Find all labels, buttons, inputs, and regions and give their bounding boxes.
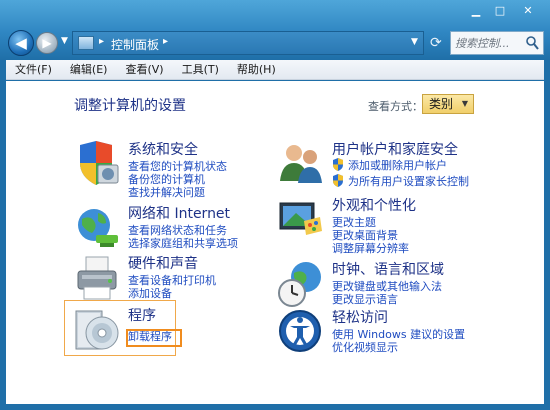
view-by-dropdown[interactable]: 类别 ▼: [422, 94, 474, 114]
category-title-ease-of-access[interactable]: 轻松访问: [332, 307, 388, 327]
uac-shield-icon: [333, 174, 343, 187]
control-panel-content: 调整计算机的设置 查看方式： 类别 ▼ 系统和安全 查看您的计算机状态 备份您的…: [6, 81, 544, 404]
category-hardware-sound: 硬件和声音 查看设备和打印机 添加设备: [72, 253, 272, 303]
menu-file[interactable]: 文件(F): [6, 60, 61, 80]
chevron-down-icon: ▼: [461, 99, 468, 108]
address-dropdown-icon[interactable]: ▼: [411, 37, 418, 47]
category-appearance: 外观和个性化 更改主题 更改桌面背景 调整屏幕分辨率: [276, 195, 536, 255]
window-titlebar: ▁ □ ✕ ◀ ▶ ▼ ▸ 控制面板 ▸ ▼ ⟳: [0, 0, 550, 60]
maximize-button[interactable]: □: [488, 2, 512, 20]
program-disc-icon[interactable]: [72, 305, 122, 355]
page-title: 调整计算机的设置: [74, 98, 186, 114]
control-panel-icon: [78, 36, 94, 50]
category-title-system-security[interactable]: 系统和安全: [128, 139, 198, 159]
search-box[interactable]: [450, 31, 544, 55]
view-by-value: 类别: [429, 97, 454, 111]
menu-tools[interactable]: 工具(T): [173, 60, 228, 80]
category-ease-of-access: 轻松访问 使用 Windows 建议的设置 优化视频显示: [276, 307, 536, 357]
link-homegroup-sharing[interactable]: 选择家庭组和共享选项: [128, 235, 238, 251]
link-optimize-visual-display[interactable]: 优化视频显示: [332, 339, 398, 355]
breadcrumb-control-panel[interactable]: 控制面板: [111, 36, 159, 53]
menu-edit[interactable]: 编辑(E): [61, 60, 117, 80]
ease-of-access-icon[interactable]: [276, 307, 326, 357]
minimize-button[interactable]: ▁: [464, 2, 488, 20]
history-dropdown-icon[interactable]: ▼: [61, 36, 68, 46]
category-network-internet: 网络和 Internet 查看网络状态和任务 选择家庭组和共享选项: [72, 203, 272, 253]
display-palette-icon[interactable]: [276, 195, 326, 245]
category-title-network-internet[interactable]: 网络和 Internet: [128, 203, 230, 223]
breadcrumb-separator-icon[interactable]: ▸: [163, 36, 168, 47]
category-title-clock-language-region[interactable]: 时钟、语言和区域: [332, 259, 444, 279]
close-button[interactable]: ✕: [512, 2, 544, 20]
category-title-user-accounts[interactable]: 用户帐户和家庭安全: [332, 139, 458, 159]
category-title-appearance[interactable]: 外观和个性化: [332, 195, 416, 215]
link-parental-controls[interactable]: 为所有用户设置家长控制: [348, 173, 469, 189]
network-globe-icon[interactable]: [72, 203, 122, 253]
window-controls: ▁ □ ✕: [464, 2, 544, 20]
back-button[interactable]: ◀: [8, 30, 34, 56]
uac-shield-icon: [333, 158, 343, 171]
category-system-security: 系统和安全 查看您的计算机状态 备份您的计算机 查找并解决问题: [72, 139, 272, 199]
category-clock-language-region: 时钟、语言和区域 更改键盘或其他输入法 更改显示语言: [276, 259, 536, 309]
link-add-device[interactable]: 添加设备: [128, 285, 172, 301]
link-change-display-language[interactable]: 更改显示语言: [332, 291, 398, 307]
menu-help[interactable]: 帮助(H): [228, 60, 285, 80]
link-add-remove-user[interactable]: 添加或删除用户帐户: [348, 157, 447, 173]
category-user-accounts: 用户帐户和家庭安全 添加或删除用户帐户 为所有用户设置家长控制: [276, 139, 536, 189]
printer-icon[interactable]: [72, 253, 122, 303]
clock-globe-icon[interactable]: [276, 259, 326, 309]
menu-view[interactable]: 查看(V): [116, 60, 172, 80]
navigation-row: ◀ ▶ ▼ ▸ 控制面板 ▸ ▼ ⟳: [6, 28, 546, 58]
shield-system-icon[interactable]: [72, 139, 122, 189]
breadcrumb-separator-icon[interactable]: ▸: [99, 36, 104, 47]
users-icon[interactable]: [276, 139, 326, 189]
category-title-hardware-sound[interactable]: 硬件和声音: [128, 253, 198, 273]
search-input[interactable]: [455, 35, 525, 51]
uninstall-highlight-frame: [126, 329, 182, 347]
refresh-icon[interactable]: ⟳: [430, 35, 446, 51]
link-adjust-resolution[interactable]: 调整屏幕分辨率: [332, 240, 409, 256]
address-bar[interactable]: ▸ 控制面板 ▸ ▼: [72, 31, 424, 55]
forward-button[interactable]: ▶: [36, 32, 58, 54]
link-troubleshoot[interactable]: 查找并解决问题: [128, 184, 205, 200]
menu-bar: 文件(F) 编辑(E) 查看(V) 工具(T) 帮助(H): [6, 60, 544, 80]
category-title-programs[interactable]: 程序: [128, 305, 156, 325]
view-by-label: 查看方式：: [368, 100, 423, 113]
search-icon[interactable]: [525, 35, 539, 51]
